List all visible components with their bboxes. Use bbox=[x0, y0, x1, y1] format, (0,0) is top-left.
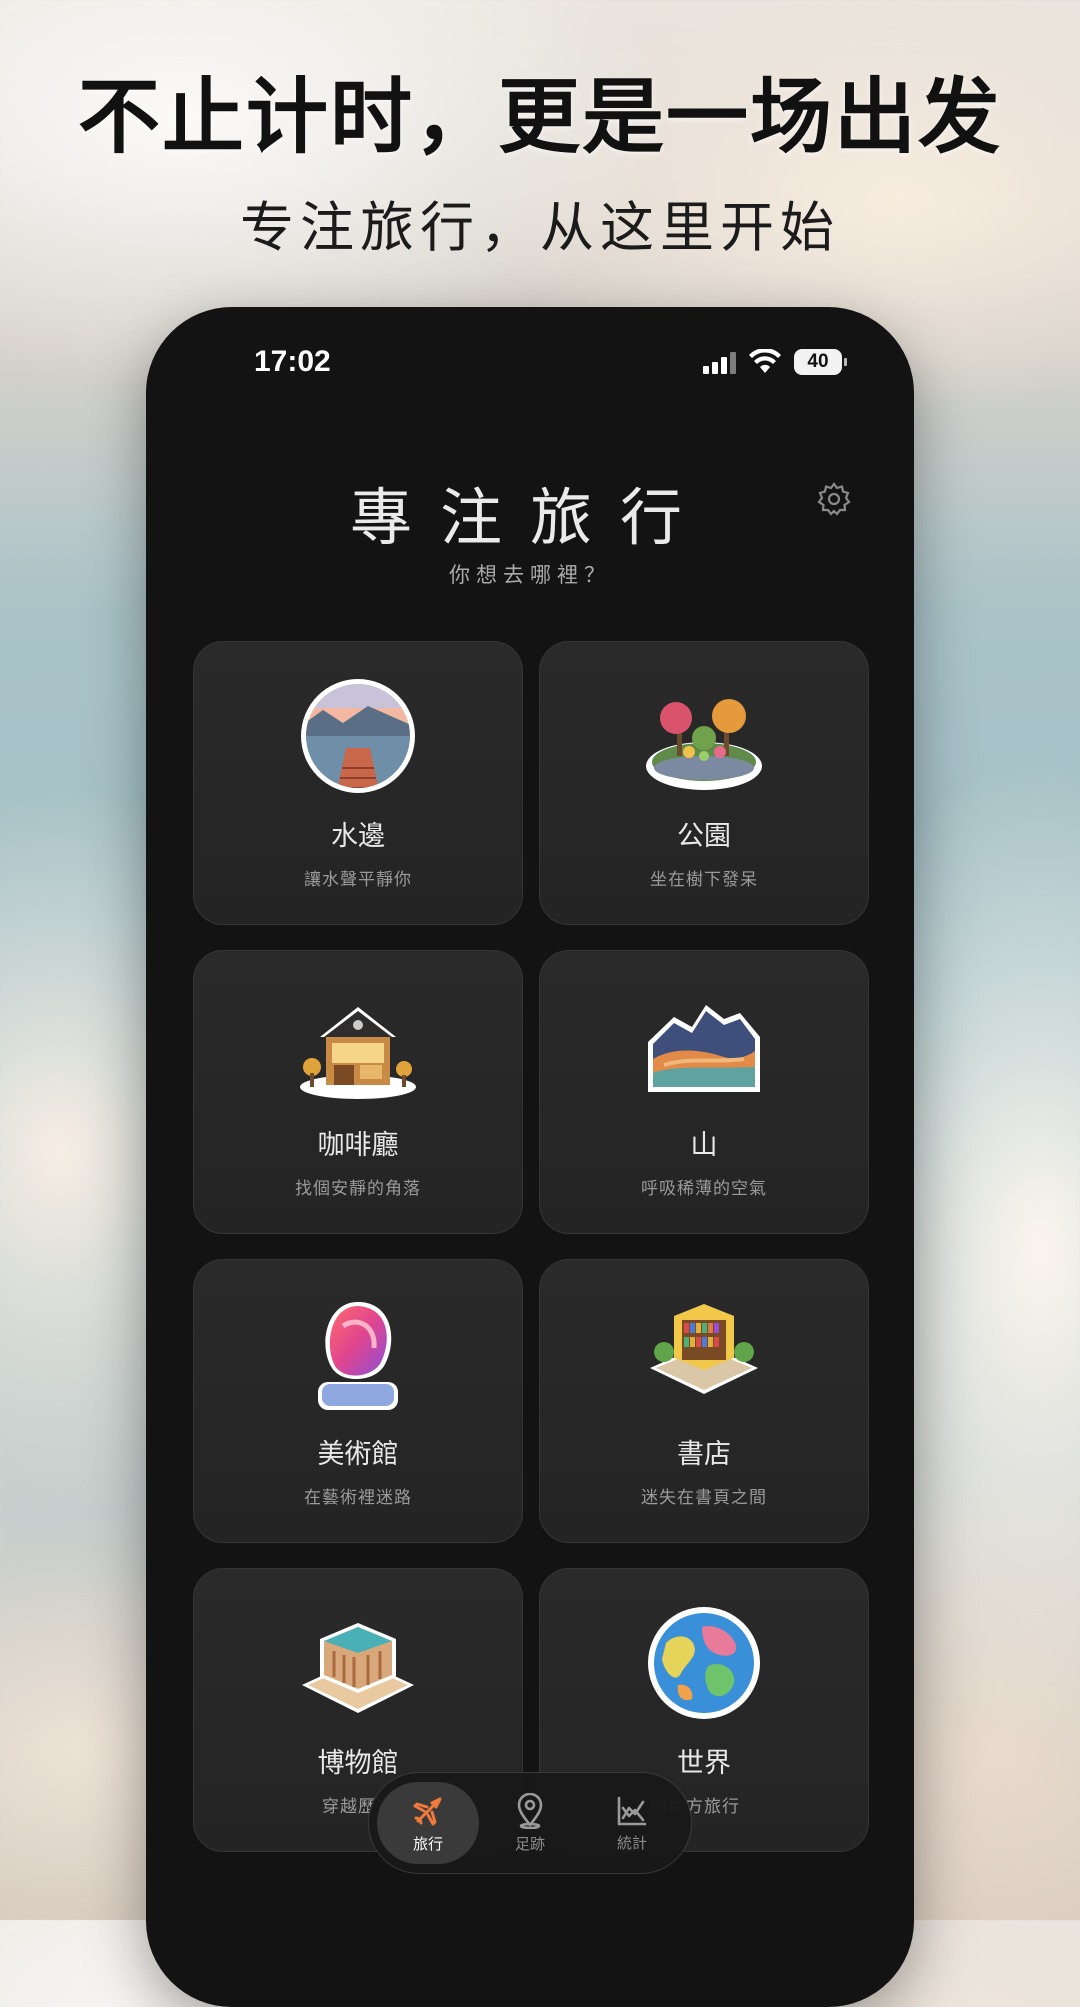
park-icon bbox=[646, 699, 762, 790]
art-sculpture-icon bbox=[318, 1302, 398, 1410]
destination-name: 美術館 bbox=[317, 1439, 399, 1470]
phone-screen: 17:02 40 專注旅行 你想去哪裡？ 水邊 讓水聲平靜你 公園 坐在樹下發呆… bbox=[146, 307, 914, 2007]
destination-card-cafe[interactable]: 咖啡廳 找個安靜的角落 bbox=[193, 950, 523, 1234]
tab-label: 足跡 bbox=[514, 1834, 545, 1853]
location-pin-icon bbox=[517, 1792, 543, 1829]
destination-card-park[interactable]: 公園 坐在樹下發呆 bbox=[539, 641, 869, 925]
airplane-icon bbox=[413, 1797, 442, 1825]
destination-desc: 迷失在書頁之間 bbox=[641, 1488, 767, 1508]
battery-icon: 40 bbox=[794, 349, 847, 375]
status-icons: 40 bbox=[703, 347, 847, 377]
destination-card-bookstore[interactable]: 書店 迷失在書頁之間 bbox=[539, 1259, 869, 1543]
destination-desc: 找個安靜的角落 bbox=[295, 1179, 421, 1199]
destination-desc: 讓水聲平靜你 bbox=[304, 870, 412, 890]
destination-name: 山 bbox=[690, 1130, 718, 1161]
tab-label: 統計 bbox=[616, 1833, 647, 1852]
tab-statistics[interactable]: 統計 bbox=[581, 1782, 683, 1864]
tab-footprints[interactable]: 足跡 bbox=[479, 1782, 581, 1864]
mountain-icon bbox=[648, 1005, 760, 1092]
page-subtitle: 你想去哪裡？ bbox=[449, 563, 611, 587]
gear-icon[interactable] bbox=[816, 481, 852, 517]
bookstore-icon bbox=[650, 1304, 758, 1394]
destination-name: 書店 bbox=[677, 1439, 731, 1470]
cafe-icon bbox=[300, 1007, 416, 1099]
destination-name: 公園 bbox=[677, 821, 731, 852]
chart-icon bbox=[617, 1796, 647, 1825]
destination-card-waterside[interactable]: 水邊 讓水聲平靜你 bbox=[193, 641, 523, 925]
promo-subhead: 专注旅行，从这里开始 bbox=[240, 196, 840, 259]
destination-card-mountain[interactable]: 山 呼吸稀薄的空氣 bbox=[539, 950, 869, 1234]
destination-name: 咖啡廳 bbox=[317, 1130, 399, 1161]
destination-name: 水邊 bbox=[331, 821, 385, 852]
destination-grid: 水邊 讓水聲平靜你 公園 坐在樹下發呆 咖啡廳 找個安靜的角落 山 呼吸稀薄的空… bbox=[193, 641, 869, 1852]
tab-travel[interactable]: 旅行 bbox=[377, 1782, 479, 1864]
promo-headline: 不止计时，更是一场出发 bbox=[77, 70, 1002, 165]
bottom-tab-bar: 旅行 足跡 統計 bbox=[368, 1772, 692, 1874]
globe-icon bbox=[648, 1607, 760, 1719]
status-time: 17:02 bbox=[254, 345, 331, 378]
destination-card-art-museum[interactable]: 美術館 在藝術裡迷路 bbox=[193, 1259, 523, 1543]
signal-icon bbox=[703, 350, 736, 374]
tab-label: 旅行 bbox=[412, 1834, 443, 1853]
museum-icon bbox=[302, 1623, 414, 1713]
destination-desc: 在藝術裡迷路 bbox=[304, 1488, 412, 1508]
page-title: 專注旅行 bbox=[349, 481, 710, 554]
destination-desc: 呼吸稀薄的空氣 bbox=[641, 1179, 767, 1199]
wifi-icon bbox=[749, 349, 781, 373]
destination-desc: 坐在樹下發呆 bbox=[650, 870, 758, 890]
lake-dock-icon bbox=[301, 679, 415, 793]
